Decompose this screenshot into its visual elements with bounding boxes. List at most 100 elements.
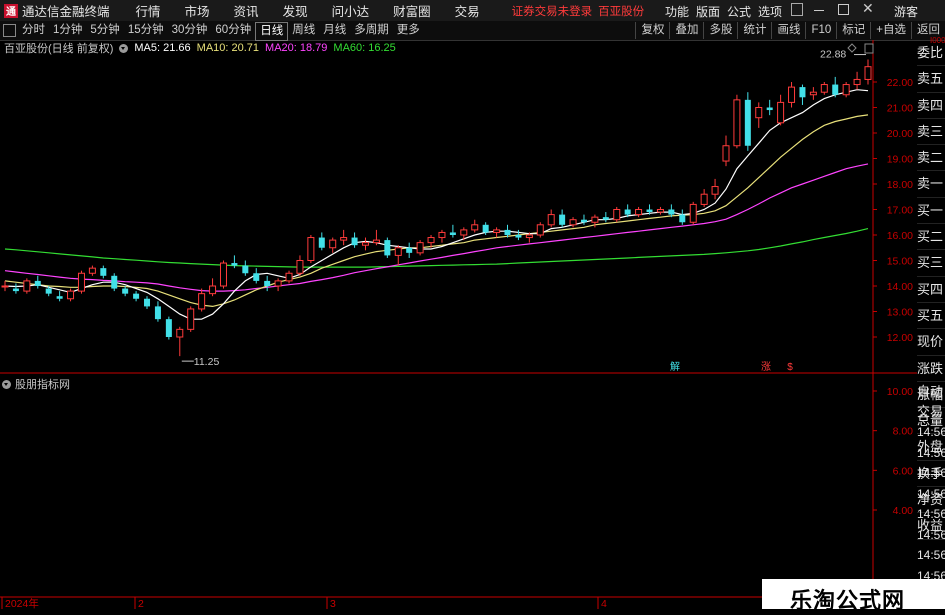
menu-quotes[interactable]: 行情 [136,1,161,20]
candle-body [416,242,424,254]
candle-body [515,235,522,238]
price-tick-label: 12.00 [887,332,913,344]
period-15min[interactable]: 15分钟 [124,22,168,39]
price-tick-label: 16.00 [887,230,913,242]
period-5min[interactable]: 5分钟 [86,22,123,39]
minimize-icon[interactable] [814,10,824,11]
candle-body [788,86,796,103]
menu-ask[interactable]: 问小达 [332,1,370,20]
period-monthly[interactable]: 月线 [319,22,350,39]
panel-toggle-icon[interactable] [3,24,16,37]
menu-formula[interactable]: 公式 [727,3,751,20]
sidebar-time: 14:56 [917,527,945,542]
candle-body [88,267,96,274]
sidebar-time: 14:56 [917,486,945,501]
candle-body [296,260,304,274]
candle-body [711,186,719,195]
sidebar-label: 卖五 [917,66,945,93]
candle-body [307,237,315,262]
candle-body [820,84,828,93]
kline-chart[interactable]: 22.00 21.00 20.00 19.00 18.00 17.00 16.00 15.00… [0,40,917,609]
candle-body [253,273,260,281]
candle-body [242,265,249,274]
guest-label[interactable]: 游客 [894,3,918,20]
period-daily[interactable]: 日线 [255,22,289,41]
sidebar-time: 14:56 [917,425,945,439]
candle-body [154,306,161,320]
candle-body [100,268,107,276]
candle-body [67,290,75,300]
event-marker: $ [787,362,793,373]
period-30min[interactable]: 30分钟 [168,22,212,39]
candle-body [809,91,817,96]
tool-multi-stock[interactable]: 多股 [703,22,737,39]
sidebar-label: 卖四 [917,93,945,119]
candle-body [133,293,140,299]
low-price-label: 11.25 [194,356,220,368]
candle-body [372,239,380,244]
period-60min[interactable]: 60分钟 [211,22,255,39]
date-label: 2 [138,598,144,609]
period-multi[interactable]: 多周期 [350,22,393,39]
tool-overlay[interactable]: 叠加 [669,22,703,39]
sidebar-lower-label[interactable]: 交易 [917,402,945,422]
tool-stats[interactable]: 统计 [737,22,771,39]
price-tick-label: 15.00 [887,256,913,268]
tool-adjust[interactable]: 复权 [635,22,669,39]
candle-body [722,145,730,162]
candle-body [1,285,9,288]
sidebar-lower-label[interactable]: 自动 [917,382,945,402]
candle-body [482,224,489,233]
candle-body [525,234,533,239]
window-icon[interactable] [791,3,803,16]
menu-layout[interactable]: 版面 [696,3,720,20]
candle-body [12,288,19,292]
menu-market[interactable]: 市场 [185,1,210,20]
candle-body [274,280,282,287]
candle-body [700,193,708,205]
candle-body [832,84,839,95]
candle-body [318,237,325,248]
tool-mark[interactable]: 标记 [836,22,870,39]
menu-discover[interactable]: 发现 [283,1,308,20]
candle-body [536,224,544,236]
period-weekly[interactable]: 周线 [288,22,319,39]
period-1min[interactable]: 1分钟 [49,22,86,39]
candle-body [122,288,129,294]
candle-body [176,328,184,338]
date-label: 2024年 [5,597,39,609]
price-tick-label: 14.00 [887,281,913,293]
candle-body [23,280,31,292]
login-status[interactable]: 证券交易未登录 [512,3,593,19]
menu-functions[interactable]: 功能 [665,3,689,20]
indicator-dropdown-icon[interactable] [2,379,11,389]
candle-body [406,247,413,253]
candle-body [34,280,41,286]
close-icon[interactable]: ✕ [862,0,874,17]
candle-body [777,101,785,124]
trade-sidebar: 自动 交易 14:56 14:56 14:56 14:56 14:56 14:56 14:56 1… [917,382,945,607]
candle-body [198,293,206,310]
candle-body [471,224,479,231]
sidebar-label: 卖三 [917,119,945,146]
candle-body [219,262,227,287]
indicator-name: 股朋指标网 [15,379,70,391]
tool-f10[interactable]: F10 [805,22,836,39]
period-more[interactable]: 更多 [393,22,424,39]
sidebar-time: 14:56 [917,445,945,460]
candle-body [394,247,402,256]
menu-news[interactable]: 资讯 [234,1,259,20]
tool-draw[interactable]: 画线 [771,22,805,39]
candle-body [853,78,861,86]
candle-body [187,308,195,330]
tool-add-watchlist[interactable]: +自选 [870,22,911,39]
menu-wealth[interactable]: 财富圈 [393,1,431,20]
candle-body [842,84,850,96]
candle-body [766,107,773,111]
candle-body [580,219,587,223]
menu-trade[interactable]: 交易 [455,1,480,20]
stock-name-header: 百亚股份 [598,5,645,18]
maximize-icon[interactable] [838,4,849,15]
menu-options[interactable]: 选项 [758,3,782,20]
period-intraday[interactable]: 分时 [18,22,49,39]
